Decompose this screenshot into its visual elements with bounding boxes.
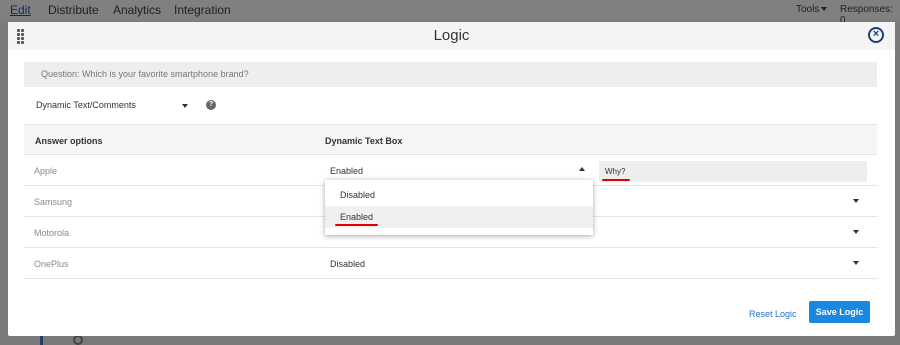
logic-modal: Logic × Question: Which is your favorite… <box>8 22 895 336</box>
tab-analytics[interactable]: Analytics <box>113 3 161 17</box>
tools-menu[interactable]: Tools <box>796 4 828 15</box>
tab-edit[interactable]: Edit <box>10 3 31 17</box>
answer-label: Motorola <box>34 228 70 238</box>
tab-distribute[interactable]: Distribute <box>48 3 99 17</box>
column-answer-options: Answer options <box>35 136 103 146</box>
reset-logic-link[interactable]: Reset Logic <box>749 309 797 319</box>
save-logic-button[interactable]: Save Logic <box>809 301 870 323</box>
annotation-underline <box>335 224 378 226</box>
answer-label: Apple <box>34 166 58 176</box>
dynamic-text-select[interactable]: Enabled <box>330 166 363 176</box>
tab-integration[interactable]: Integration <box>174 3 231 17</box>
table-header: Answer options Dynamic Text Box <box>24 124 877 155</box>
modal-header: Logic × <box>8 22 895 50</box>
answer-label: Samsung <box>34 197 73 207</box>
dynamic-text-select[interactable]: Disabled <box>330 259 365 269</box>
chevron-up-icon[interactable] <box>579 167 585 171</box>
column-dynamic-text-box: Dynamic Text Box <box>325 136 403 146</box>
chevron-down-icon[interactable] <box>853 199 859 203</box>
chevron-down-icon[interactable] <box>853 261 859 265</box>
annotation-underline <box>602 179 630 181</box>
chevron-down-icon[interactable] <box>853 230 859 234</box>
help-icon[interactable]: ? <box>206 100 216 110</box>
top-nav: Edit Distribute Analytics Integration To… <box>0 0 900 26</box>
tools-label: Tools <box>796 4 820 15</box>
logic-type-select[interactable]: Dynamic Text/Comments <box>36 100 191 114</box>
chevron-down-icon <box>182 104 188 108</box>
dynamic-text-dropdown: Disabled Enabled <box>325 180 593 235</box>
logic-type-value: Dynamic Text/Comments <box>36 100 136 110</box>
modal-title: Logic <box>433 27 470 44</box>
background-circle-icon <box>73 335 83 345</box>
dynamic-text-input[interactable]: Why? <box>599 161 867 182</box>
chevron-down-icon <box>821 7 828 12</box>
answer-label: OnePlus <box>34 259 69 269</box>
dropdown-option-disabled[interactable]: Disabled <box>325 184 593 206</box>
question-text: Question: Which is your favorite smartph… <box>24 62 877 87</box>
close-icon[interactable]: × <box>868 27 884 43</box>
table-row: OnePlus Disabled <box>24 248 877 279</box>
